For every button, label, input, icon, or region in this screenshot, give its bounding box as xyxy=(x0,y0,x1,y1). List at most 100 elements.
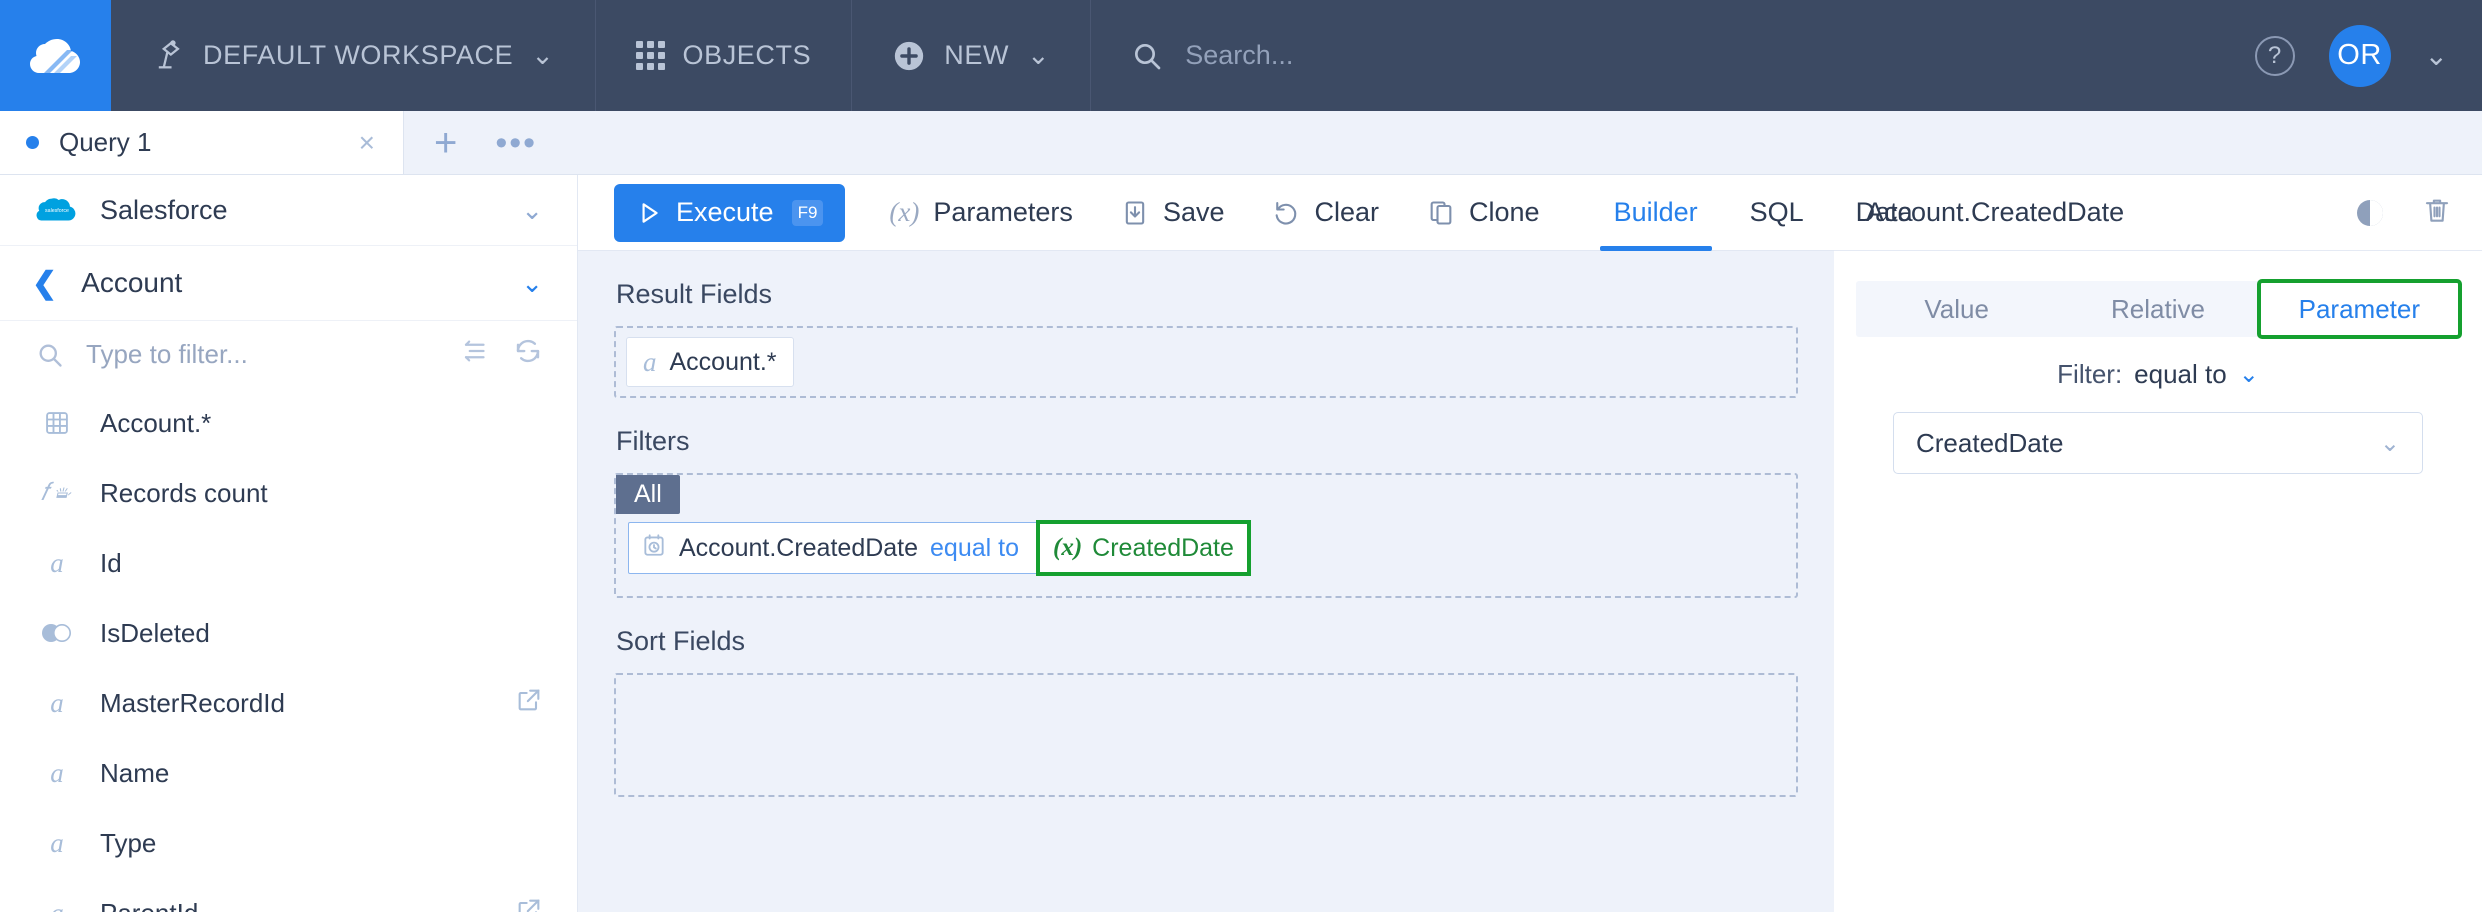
nav-new-label: NEW xyxy=(944,40,1010,70)
filter-group-badge[interactable]: All xyxy=(616,475,680,514)
tab-relative-label: Relative xyxy=(2111,293,2205,324)
field-label: ParentId xyxy=(100,898,489,912)
parameter-fx-icon: (x) xyxy=(1053,534,1083,561)
nav-objects-button[interactable]: OBJECTS xyxy=(596,0,853,111)
tab-builder[interactable]: Builder xyxy=(1588,175,1724,251)
close-icon[interactable]: × xyxy=(359,127,375,159)
filters-title: Filters xyxy=(616,426,690,456)
chevron-left-icon[interactable]: ❮ xyxy=(32,266,57,301)
filter-chip[interactable]: Account.CreatedDate equal to (x) Created… xyxy=(628,520,1251,576)
tab-tools: + ••• xyxy=(404,111,567,174)
result-field-chip[interactable]: a Account.* xyxy=(626,337,794,387)
field-item-isdeleted[interactable]: IsDeleted xyxy=(0,598,577,668)
filters-dropzone[interactable]: All Account.CreatedDate equal to (x) Cre… xyxy=(614,473,1798,598)
undo-circle-icon xyxy=(1272,199,1300,227)
play-icon xyxy=(642,202,658,223)
parameters-label: Parameters xyxy=(933,197,1073,227)
field-item-parentid[interactable]: a ParentId xyxy=(0,878,577,912)
field-item-name[interactable]: a Name xyxy=(0,738,577,808)
clone-button[interactable]: Clone xyxy=(1427,197,1540,228)
nav-workspace-label: DEFAULT WORKSPACE xyxy=(203,40,514,70)
view-tabs: Builder SQL Data xyxy=(1588,175,1939,251)
clear-label: Clear xyxy=(1314,197,1380,227)
sort-fields-dropzone[interactable] xyxy=(614,673,1798,797)
app-logo[interactable] xyxy=(0,0,111,111)
field-item-type[interactable]: a Type xyxy=(0,808,577,878)
field-item-masterrecordid[interactable]: a MasterRecordId xyxy=(0,668,577,738)
nav-right-cluster: ? OR ⌄ xyxy=(2254,0,2482,111)
chevron-down-icon: ⌄ xyxy=(2238,361,2259,388)
main-body: salesforce Salesforce ⌄ ❮ Account ⌄ Type… xyxy=(0,175,2482,912)
refresh-icon[interactable] xyxy=(513,336,543,373)
grid-icon xyxy=(635,41,665,70)
tab-relative[interactable]: Relative xyxy=(2057,281,2258,337)
text-field-icon: a xyxy=(50,827,64,858)
text-field-icon: a xyxy=(643,346,657,377)
execute-button[interactable]: Execute F9 xyxy=(614,183,846,242)
filter-field-segment[interactable]: Account.CreatedDate equal to xyxy=(629,523,1039,573)
global-search[interactable]: Search... xyxy=(1091,0,2254,111)
field-list: Account.* 𝑓𝡍 Records count a Id IsDelete… xyxy=(0,388,577,912)
tab-query-1[interactable]: Query 1 × xyxy=(0,111,404,174)
chevron-down-icon: ⌄ xyxy=(2379,429,2400,457)
chevron-down-icon[interactable]: ⌄ xyxy=(521,268,543,299)
tab-sql[interactable]: SQL xyxy=(1724,175,1830,251)
datasource-label: Salesforce xyxy=(100,194,228,225)
filter-parameter-segment[interactable]: (x) CreatedDate xyxy=(1036,520,1251,576)
save-button[interactable]: Save xyxy=(1121,197,1225,228)
result-fields-dropzone[interactable]: a Account.* xyxy=(614,326,1798,398)
field-item-records-count[interactable]: 𝑓𝡍 Records count xyxy=(0,458,577,528)
nav-workspace-selector[interactable]: DEFAULT WORKSPACE ⌄ xyxy=(111,0,596,111)
help-icon[interactable]: ? xyxy=(2254,35,2295,76)
sort-options-icon[interactable] xyxy=(461,336,491,373)
function-icon: 𝑓𝡍 xyxy=(40,479,74,507)
object-header[interactable]: ❮ Account ⌄ xyxy=(0,246,577,322)
filter-operator-caption: Filter: xyxy=(2057,359,2123,389)
tab-parameter[interactable]: Parameter xyxy=(2256,279,2462,339)
field-item-id[interactable]: a Id xyxy=(0,528,577,598)
tab-value-label: Value xyxy=(1924,293,1989,324)
external-link-icon[interactable] xyxy=(515,686,543,721)
result-fields-title: Result Fields xyxy=(616,279,773,309)
query-toolbar: Execute F9 (x) Parameters Save Clear Clo… xyxy=(578,175,1913,251)
save-label: Save xyxy=(1162,197,1225,227)
salesforce-cloud-icon: salesforce xyxy=(36,198,76,221)
filter-operator-dropdown[interactable]: Filter: equal to ⌄ xyxy=(1834,359,2482,390)
field-item-account-all[interactable]: Account.* xyxy=(0,388,577,458)
parameter-select-value: CreatedDate xyxy=(1916,427,2064,458)
svg-text:salesforce: salesforce xyxy=(45,208,69,214)
table-icon xyxy=(40,409,74,437)
filter-operator-label: equal to xyxy=(930,533,1019,562)
tab-more-button[interactable]: ••• xyxy=(495,126,537,160)
parameter-fx-icon: (x) xyxy=(889,197,920,227)
copy-icon xyxy=(1427,199,1455,227)
avatar[interactable]: OR xyxy=(2328,24,2391,87)
field-label: IsDeleted xyxy=(100,617,210,648)
text-field-icon: a xyxy=(50,547,64,578)
filter-mode-tabs: Value Relative Parameter xyxy=(1856,279,2462,339)
chevron-down-icon[interactable]: ⌄ xyxy=(2425,39,2448,72)
tab-value[interactable]: Value xyxy=(1856,281,2057,337)
chevron-down-icon: ⌄ xyxy=(531,40,555,70)
center-column: Execute F9 (x) Parameters Save Clear Clo… xyxy=(578,175,1913,912)
parameter-select[interactable]: CreatedDate ⌄ xyxy=(1893,412,2423,474)
tab-data[interactable]: Data xyxy=(1830,175,1939,251)
toggle-switch-icon[interactable] xyxy=(2354,199,2396,227)
external-link-icon[interactable] xyxy=(515,896,543,912)
execute-shortcut: F9 xyxy=(791,199,824,226)
datasource-selector[interactable]: salesforce Salesforce ⌄ xyxy=(0,175,577,247)
clear-button[interactable]: Clear xyxy=(1272,197,1379,228)
field-label: Name xyxy=(100,757,170,788)
field-label: Records count xyxy=(100,477,268,508)
add-tab-button[interactable]: + xyxy=(434,123,457,163)
field-filter-input[interactable]: Type to filter... xyxy=(86,339,439,370)
trash-icon[interactable] xyxy=(2422,195,2452,230)
left-sidebar: salesforce Salesforce ⌄ ❮ Account ⌄ Type… xyxy=(0,175,578,912)
tab-builder-label: Builder xyxy=(1613,197,1698,227)
nav-new-button[interactable]: NEW ⌄ xyxy=(852,0,1092,111)
chevron-down-icon[interactable]: ⌄ xyxy=(521,195,543,226)
text-field-icon: a xyxy=(40,898,74,912)
parameters-button[interactable]: (x) Parameters xyxy=(889,197,1073,228)
field-label: MasterRecordId xyxy=(100,687,285,718)
